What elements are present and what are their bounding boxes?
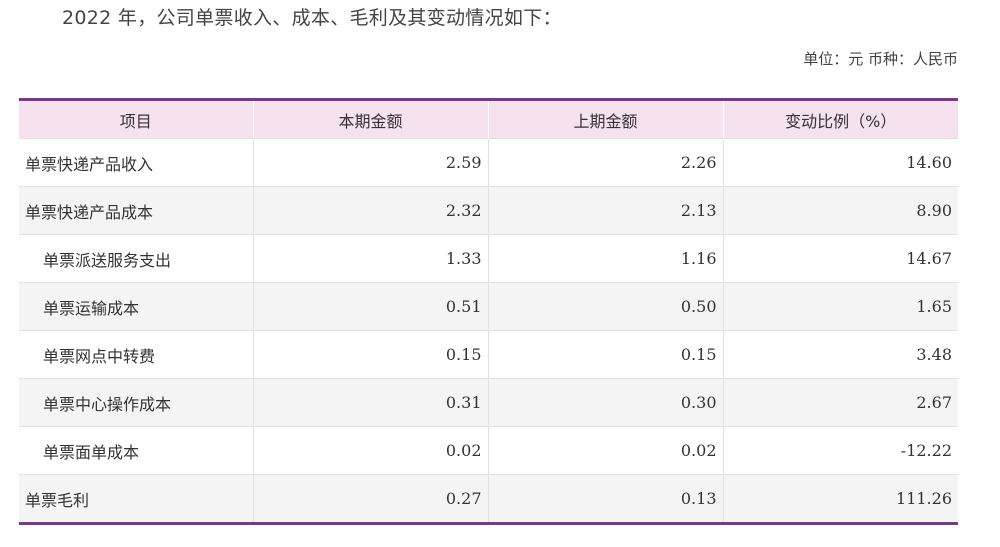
row-change: 14.60 <box>722 138 958 187</box>
table-row: 单票派送服务支出 1.33 1.16 14.67 <box>19 234 958 283</box>
header-item: 项目 <box>19 101 253 139</box>
row-current: 0.15 <box>252 330 488 379</box>
row-item: 单票快递产品成本 <box>19 186 253 235</box>
row-current: 0.31 <box>252 378 488 427</box>
row-current: 2.59 <box>252 138 488 187</box>
row-change: 2.67 <box>722 378 958 427</box>
table-row: 单票快递产品收入 2.59 2.26 14.60 <box>19 138 958 187</box>
table-row: 单票毛利 0.27 0.13 111.26 <box>19 474 958 522</box>
row-current: 0.02 <box>252 426 488 475</box>
row-item: 单票快递产品收入 <box>19 138 253 187</box>
row-previous: 2.13 <box>487 186 723 235</box>
header-previous-amount: 上期金额 <box>487 101 723 139</box>
row-change: 111.26 <box>722 474 958 522</box>
row-current: 1.33 <box>252 234 488 283</box>
table-row: 单票面单成本 0.02 0.02 -12.22 <box>19 426 958 475</box>
row-item: 单票毛利 <box>19 474 253 522</box>
table-row: 单票快递产品成本 2.32 2.13 8.90 <box>19 186 958 235</box>
row-item: 单票运输成本 <box>19 282 253 331</box>
header-change-ratio: 变动比例（%） <box>722 101 958 139</box>
row-previous: 0.15 <box>487 330 723 379</box>
cost-table-wrapper: 项目 本期金额 上期金额 变动比例（%） 单票快递产品收入 2.59 2.26 … <box>19 98 958 525</box>
header-current-amount: 本期金额 <box>252 101 488 139</box>
row-item: 单票面单成本 <box>19 426 253 475</box>
row-previous: 0.02 <box>487 426 723 475</box>
table-header-row: 项目 本期金额 上期金额 变动比例（%） <box>19 101 958 139</box>
row-change: 3.48 <box>722 330 958 379</box>
row-current: 0.27 <box>252 474 488 522</box>
row-previous: 0.50 <box>487 282 723 331</box>
row-item: 单票网点中转费 <box>19 330 253 379</box>
table-row: 单票运输成本 0.51 0.50 1.65 <box>19 282 958 331</box>
table-row: 单票网点中转费 0.15 0.15 3.48 <box>19 330 958 379</box>
row-current: 0.51 <box>252 282 488 331</box>
unit-cost-table: 项目 本期金额 上期金额 变动比例（%） 单票快递产品收入 2.59 2.26 … <box>19 101 958 522</box>
intro-text: 2022 年，公司单票收入、成本、毛利及其变动情况如下： <box>62 7 562 29</box>
row-previous: 2.26 <box>487 138 723 187</box>
row-change: 8.90 <box>722 186 958 235</box>
table-row: 单票中心操作成本 0.31 0.30 2.67 <box>19 378 958 427</box>
row-previous: 0.13 <box>487 474 723 522</box>
row-previous: 0.30 <box>487 378 723 427</box>
row-change: 1.65 <box>722 282 958 331</box>
unit-note: 单位：元 币种：人民币 <box>803 50 958 68</box>
row-item: 单票中心操作成本 <box>19 378 253 427</box>
row-item: 单票派送服务支出 <box>19 234 253 283</box>
row-current: 2.32 <box>252 186 488 235</box>
row-previous: 1.16 <box>487 234 723 283</box>
row-change: 14.67 <box>722 234 958 283</box>
row-change: -12.22 <box>722 426 958 475</box>
